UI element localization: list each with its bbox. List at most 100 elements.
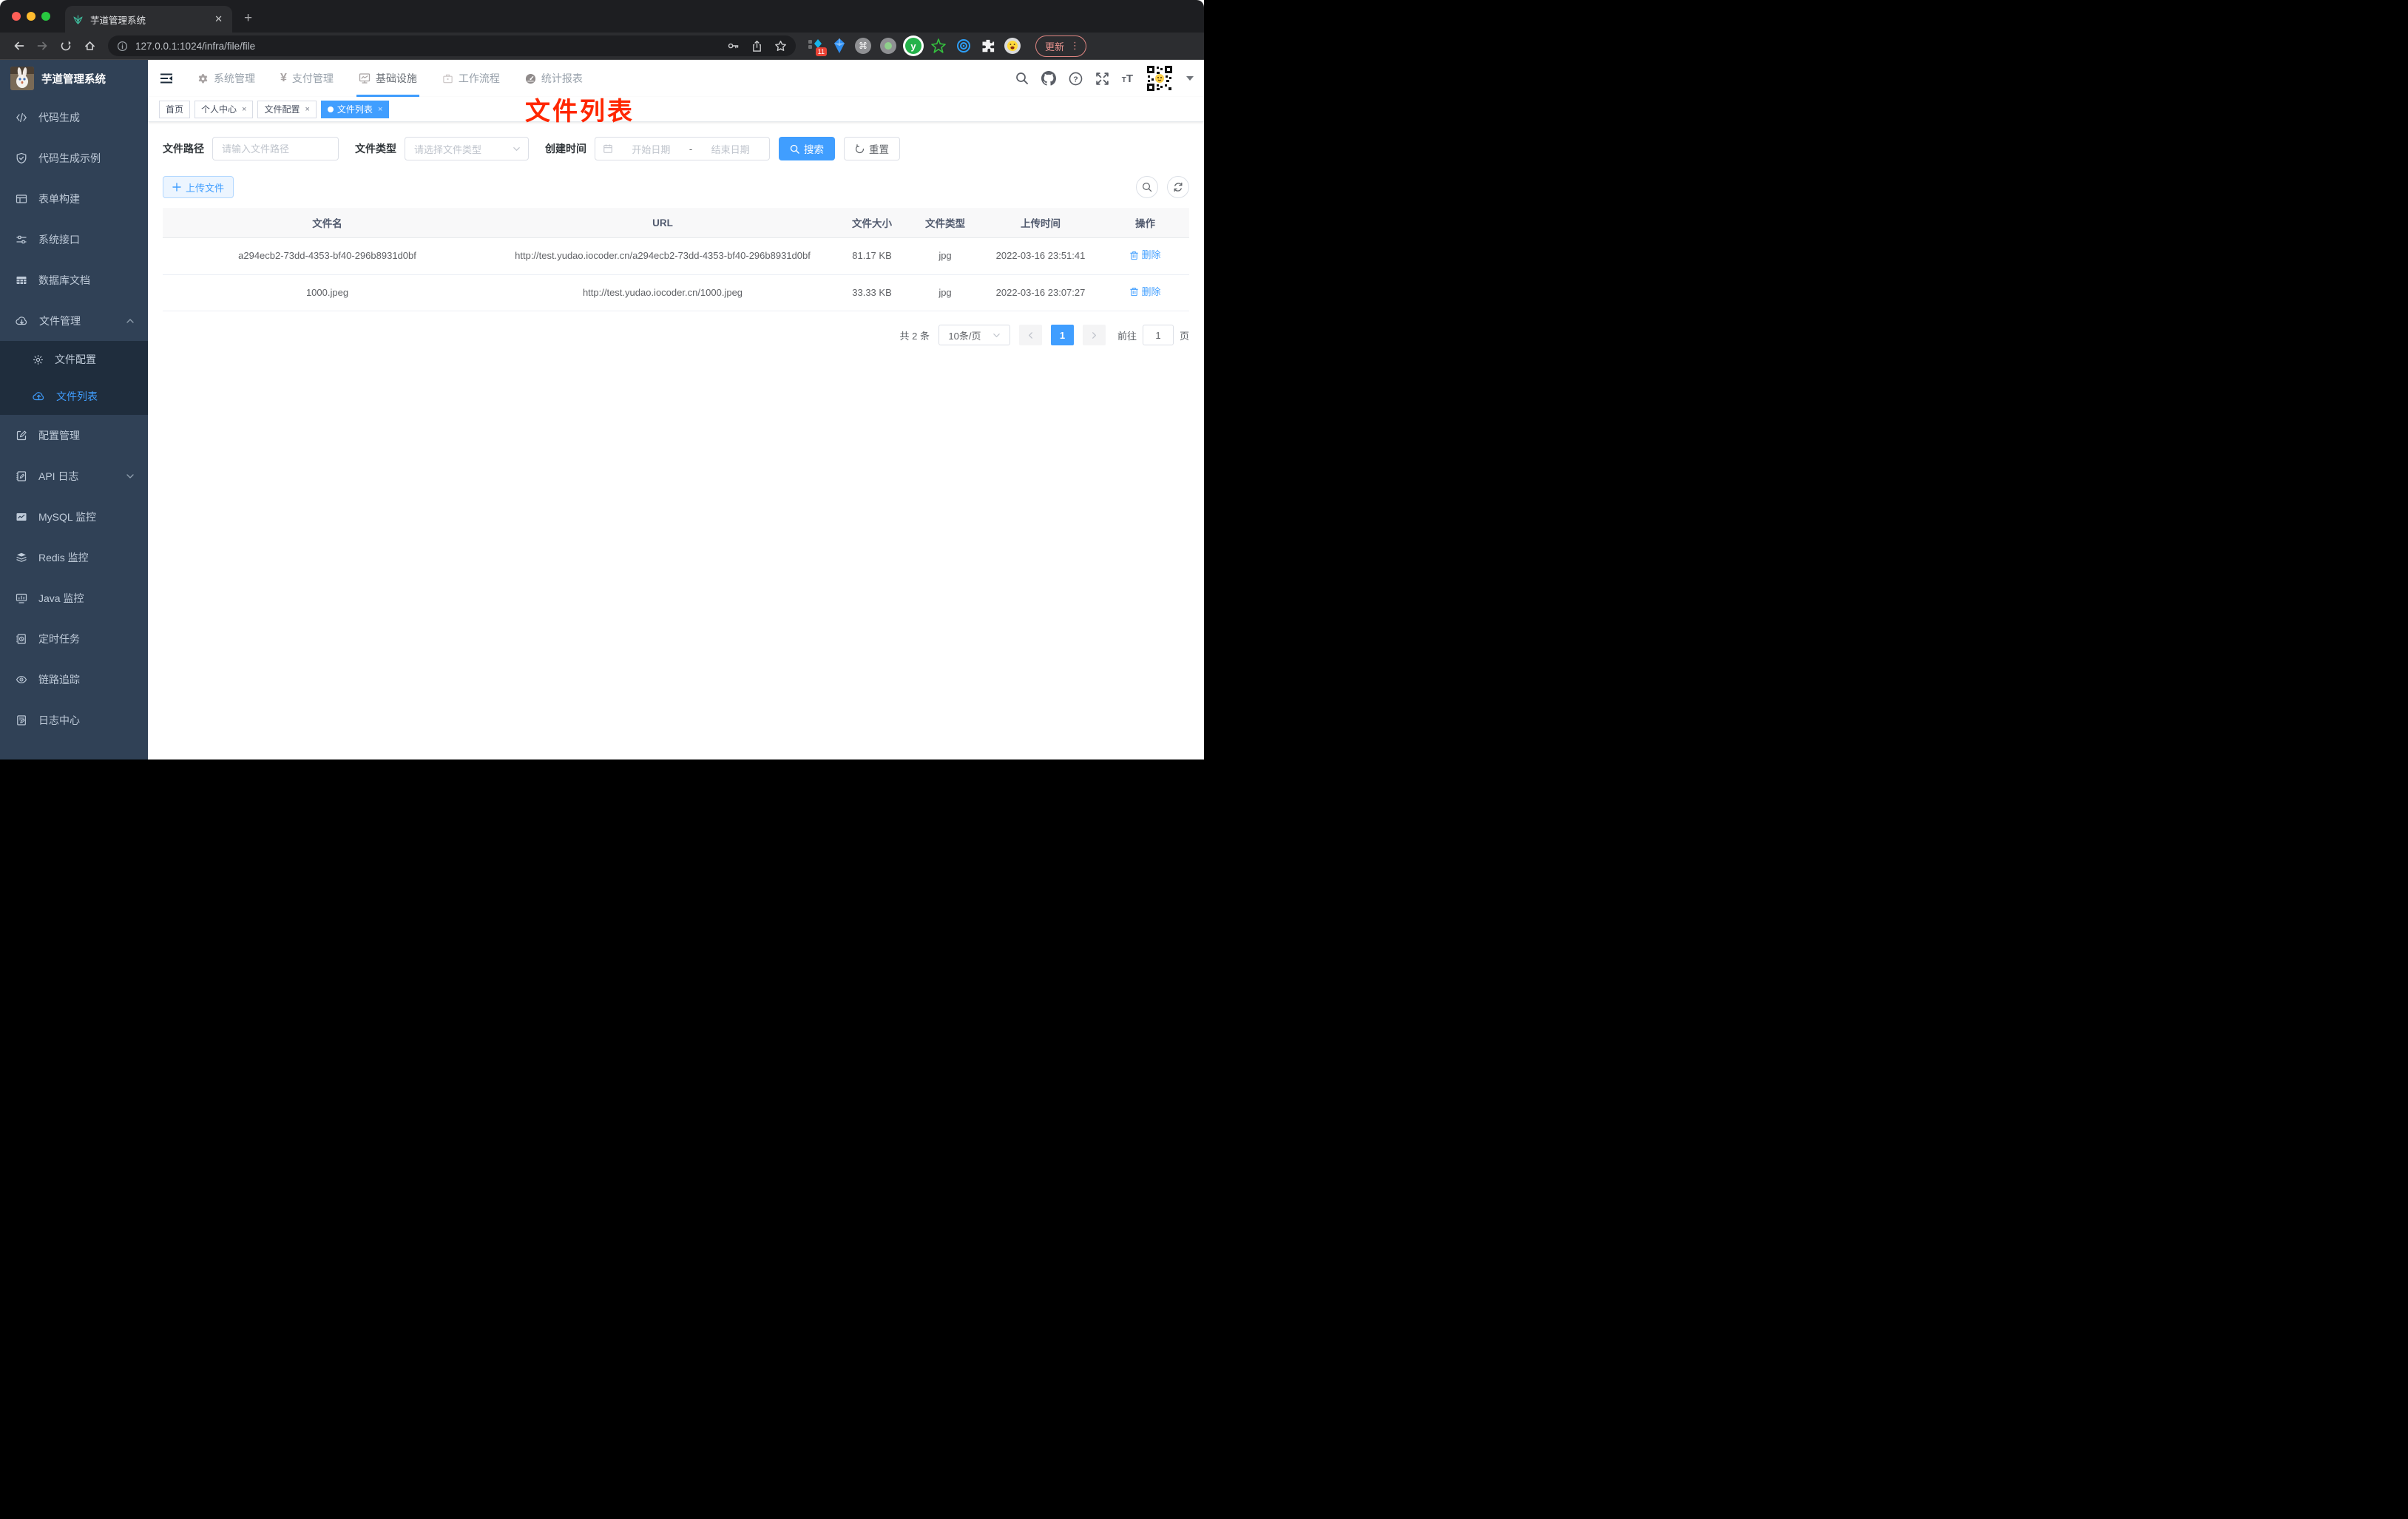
tab-title: 芋道管理系统 bbox=[90, 15, 146, 26]
table-toolbar: 上传文件 bbox=[163, 176, 1189, 198]
sidebar-item-file-management[interactable]: 文件管理 bbox=[0, 300, 148, 341]
extension-eye-icon[interactable] bbox=[956, 38, 972, 54]
zoom-window-button[interactable] bbox=[41, 12, 50, 21]
cell-file-type: jpg bbox=[910, 274, 980, 312]
sidebar-item-api-log[interactable]: API 日志 bbox=[0, 456, 148, 496]
tag-file-list[interactable]: 文件列表 × bbox=[320, 100, 390, 118]
reset-button[interactable]: 重置 bbox=[844, 137, 900, 160]
extension-gem-icon[interactable] bbox=[833, 38, 846, 54]
date-start-placeholder[interactable]: 开始日期 bbox=[620, 142, 683, 156]
extension-star-icon[interactable] bbox=[930, 38, 947, 54]
tab-close-icon[interactable]: ✕ bbox=[212, 13, 225, 25]
avatar[interactable] bbox=[1146, 64, 1174, 92]
filter-form: 文件路径 文件类型 请选择文件类型 创建时间 开始日期 - 结束日期 bbox=[163, 137, 1189, 160]
show-search-toggle-icon[interactable] bbox=[1136, 176, 1158, 198]
col-header-action: 操作 bbox=[1101, 208, 1189, 238]
refresh-table-icon[interactable] bbox=[1167, 176, 1189, 198]
sidebar: 芋道管理系统 代码生成 代码生成示例 表单构建 系统接口 数据库文档 文件管理 … bbox=[0, 60, 148, 760]
sidebar-item-tracing[interactable]: 链路追踪 bbox=[0, 659, 148, 700]
extensions-puzzle-icon[interactable] bbox=[981, 38, 995, 53]
bookmark-star-icon[interactable] bbox=[774, 40, 787, 53]
col-header-url: URL bbox=[492, 208, 833, 238]
delete-label: 删除 bbox=[1141, 285, 1161, 297]
extension-y-icon[interactable]: y bbox=[905, 38, 921, 54]
extension-emoji-icon[interactable] bbox=[1004, 38, 1021, 54]
sidebar-item-system-api[interactable]: 系统接口 bbox=[0, 219, 148, 260]
extension-command-icon[interactable]: ⌘ bbox=[855, 38, 871, 54]
sidebar-item-file-list[interactable]: 文件列表 bbox=[0, 378, 148, 415]
briefcase-icon bbox=[442, 73, 453, 84]
tag-home[interactable]: 首页 bbox=[159, 100, 191, 118]
delete-button[interactable]: 删除 bbox=[1129, 247, 1161, 263]
minimize-window-button[interactable] bbox=[27, 12, 35, 21]
tag-file-config[interactable]: 文件配置 × bbox=[257, 100, 317, 118]
next-page-button[interactable] bbox=[1082, 325, 1106, 346]
code-icon bbox=[16, 112, 27, 124]
back-icon[interactable] bbox=[7, 35, 30, 56]
page-size-select[interactable]: 10条/页 bbox=[938, 325, 1010, 346]
home-icon[interactable] bbox=[78, 35, 101, 56]
date-end-placeholder[interactable]: 结束日期 bbox=[699, 142, 762, 156]
refresh-icon bbox=[855, 143, 865, 154]
browser-menu-kebab-icon[interactable]: ⋮ bbox=[1070, 40, 1080, 52]
sidebar-item-form-builder[interactable]: 表单构建 bbox=[0, 178, 148, 219]
avatar-caret-icon[interactable] bbox=[1186, 76, 1194, 81]
password-key-icon[interactable] bbox=[727, 40, 740, 52]
tag-profile[interactable]: 个人中心 × bbox=[195, 100, 254, 118]
close-icon[interactable]: × bbox=[376, 105, 382, 114]
sidebar-item-config-management[interactable]: 配置管理 bbox=[0, 415, 148, 456]
app-logo-row[interactable]: 芋道管理系统 bbox=[0, 60, 148, 97]
search-button[interactable]: 搜索 bbox=[779, 137, 835, 160]
date-range-picker[interactable]: 开始日期 - 结束日期 bbox=[595, 137, 770, 160]
close-icon[interactable]: × bbox=[303, 105, 309, 114]
reload-icon[interactable] bbox=[55, 35, 77, 56]
site-info-icon[interactable] bbox=[117, 41, 128, 52]
page-number-1[interactable]: 1 bbox=[1050, 325, 1074, 346]
browser-tab[interactable]: 芋道管理系统 ✕ bbox=[65, 6, 232, 33]
upload-file-button[interactable]: 上传文件 bbox=[163, 176, 234, 198]
top-menu-system[interactable]: 系统管理 bbox=[185, 60, 268, 97]
goto-page-input[interactable] bbox=[1142, 325, 1174, 346]
top-menu-infrastructure[interactable]: 基础设施 bbox=[346, 60, 430, 97]
sidebar-item-db-doc[interactable]: 数据库文档 bbox=[0, 260, 148, 300]
extension-tampermonkey-icon[interactable]: 11 bbox=[808, 37, 827, 56]
sliders-icon bbox=[16, 234, 27, 246]
github-icon[interactable] bbox=[1041, 71, 1056, 86]
top-menu-reports[interactable]: 统计报表 bbox=[513, 60, 595, 97]
help-icon[interactable]: ? bbox=[1069, 72, 1083, 86]
favicon-plant-icon bbox=[72, 14, 84, 25]
sidebar-item-code-demo[interactable]: 代码生成示例 bbox=[0, 138, 148, 178]
sidebar-item-scheduled-jobs[interactable]: 定时任务 bbox=[0, 618, 148, 659]
goto-page: 前往 页 bbox=[1117, 325, 1189, 346]
prev-page-button[interactable] bbox=[1018, 325, 1042, 346]
font-size-icon[interactable]: TT bbox=[1122, 72, 1133, 85]
new-tab-button[interactable]: + bbox=[244, 10, 252, 27]
gear-icon bbox=[197, 73, 209, 84]
sidebar-item-code-generation[interactable]: 代码生成 bbox=[0, 97, 148, 138]
share-icon[interactable] bbox=[751, 40, 762, 53]
sidebar-item-java-monitor[interactable]: Java 监控 bbox=[0, 578, 148, 618]
search-icon[interactable] bbox=[1015, 72, 1029, 85]
url-text[interactable]: 127.0.0.1:1024/infra/file/file bbox=[135, 41, 720, 52]
tag-label: 文件配置 bbox=[264, 104, 300, 115]
delete-button[interactable]: 删除 bbox=[1129, 284, 1161, 300]
close-icon[interactable]: × bbox=[240, 105, 246, 114]
sidebar-collapse-icon[interactable] bbox=[148, 72, 185, 84]
top-menu-payment[interactable]: ¥ 支付管理 bbox=[268, 60, 346, 97]
sidebar-item-log-center[interactable]: 日志中心 bbox=[0, 700, 148, 740]
top-menu-label: 统计报表 bbox=[541, 72, 583, 84]
file-type-select[interactable]: 请选择文件类型 bbox=[405, 137, 529, 160]
sidebar-item-file-config[interactable]: 文件配置 bbox=[0, 341, 148, 378]
fullscreen-icon[interactable] bbox=[1095, 72, 1109, 86]
sidebar-item-mysql-monitor[interactable]: MySQL 监控 bbox=[0, 496, 148, 537]
extension-dot-icon[interactable] bbox=[880, 38, 896, 54]
col-header-type: 文件类型 bbox=[910, 208, 980, 238]
forward-icon[interactable] bbox=[31, 35, 53, 56]
close-window-button[interactable] bbox=[12, 12, 21, 21]
browser-update-button[interactable]: 更新 ⋮ bbox=[1035, 35, 1087, 57]
sidebar-item-label: 数据库文档 bbox=[38, 274, 90, 286]
top-menu-workflow[interactable]: 工作流程 bbox=[430, 60, 513, 97]
sidebar-item-redis-monitor[interactable]: Redis 监控 bbox=[0, 537, 148, 578]
file-path-input[interactable] bbox=[213, 138, 338, 160]
address-bar[interactable]: 127.0.0.1:1024/infra/file/file bbox=[108, 35, 796, 56]
